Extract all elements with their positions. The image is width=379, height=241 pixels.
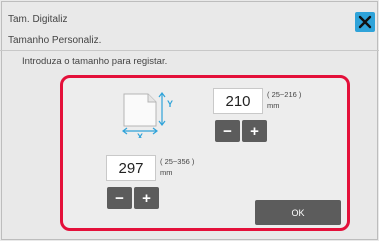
y-size-input[interactable]: 210 [213,88,263,114]
title-divider [0,50,379,51]
x-size-input[interactable]: 297 [106,155,156,181]
y-axis-label: Y [167,99,173,109]
x-axis-label: X [137,132,143,138]
close-x-icon [358,15,372,29]
x-size-range: ( 25~356 ) [160,157,195,166]
paper-size-icon: Y X [122,92,173,138]
dialog-subtitle: Tamanho Personaliz. [8,35,102,46]
y-size-range: ( 25~216 ) [267,90,302,99]
y-size-unit: mm [267,101,280,110]
x-increase-button[interactable]: + [134,187,159,209]
ok-button[interactable]: OK [255,200,341,225]
y-increase-button[interactable]: + [242,120,267,142]
x-size-unit: mm [160,168,173,177]
y-decrease-button[interactable]: − [215,120,240,142]
close-button[interactable] [355,12,375,32]
instruction-text: Introduza o tamanho para registar. [22,56,168,67]
custom-size-dialog: Tam. Digitaliz Tamanho Personaliz. Intro… [0,0,379,241]
x-decrease-button[interactable]: − [107,187,132,209]
dialog-title: Tam. Digitaliz [8,14,68,25]
